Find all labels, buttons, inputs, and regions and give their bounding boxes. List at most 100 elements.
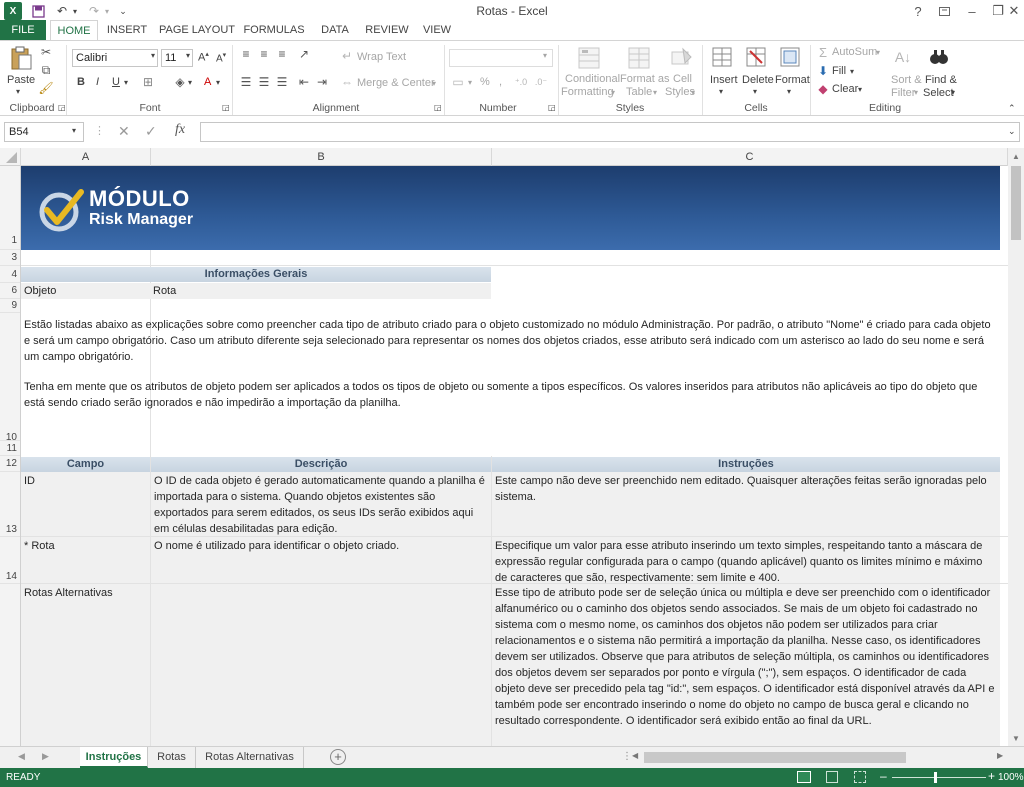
find-select-dropdown-icon[interactable]: ▾ <box>951 88 955 97</box>
horizontal-scroll-thumb[interactable] <box>644 752 906 763</box>
expand-formula-bar-icon[interactable]: ⌄ <box>1008 126 1016 137</box>
format-as-table-icon[interactable] <box>626 45 652 71</box>
decrease-decimal-icon[interactable]: .0⁻ <box>532 75 550 89</box>
currency-icon[interactable]: ▭ <box>450 75 466 89</box>
row-header[interactable] <box>0 584 20 746</box>
merge-center-dropdown-icon[interactable]: ▾ <box>432 79 436 88</box>
bold-button[interactable]: B <box>77 76 85 88</box>
align-left-icon[interactable]: ☰ <box>238 75 254 89</box>
paste-button[interactable]: Paste <box>7 74 35 86</box>
column-descricao-header[interactable]: Descrição <box>151 457 491 472</box>
fill-icon[interactable]: ⬇ <box>816 64 830 78</box>
row-header[interactable]: 9 <box>0 299 20 313</box>
column-instrucoes-header[interactable]: Instruções <box>492 457 1000 472</box>
increase-decimal-icon[interactable]: ⁺.0 <box>512 75 530 89</box>
tab-file[interactable]: FILE <box>0 20 46 40</box>
row-header[interactable]: 14 <box>0 537 20 584</box>
font-size-dropdown-icon[interactable]: ▾ <box>186 51 190 60</box>
autosum-icon[interactable]: Σ <box>816 45 830 60</box>
table-cell-descricao[interactable]: O nome é utilizado para identificar o ob… <box>151 537 491 583</box>
fill-button[interactable]: Fill <box>832 65 846 77</box>
format-as-table-button[interactable]: Format as <box>620 73 670 85</box>
table-cell-campo[interactable]: * Rota <box>21 537 150 583</box>
delete-dropdown-icon[interactable]: ▾ <box>753 87 757 96</box>
close-icon[interactable]: ✕ <box>1004 0 1024 22</box>
insert-cells-icon[interactable] <box>710 45 734 69</box>
column-campo-header[interactable]: Campo <box>21 457 150 472</box>
clear-dropdown-icon[interactable]: ▾ <box>858 85 862 94</box>
orientation-icon[interactable]: ↗ <box>296 47 312 61</box>
underline-dropdown-icon[interactable]: ▾ <box>124 78 128 87</box>
font-name-box[interactable]: Calibri <box>72 49 158 67</box>
clear-icon[interactable]: ◆ <box>816 82 830 96</box>
ribbon-display-icon[interactable] <box>930 0 958 22</box>
format-cells-icon[interactable] <box>778 45 802 69</box>
objeto-value[interactable]: Rota <box>150 283 491 299</box>
clipboard-launcher-icon[interactable]: ◲ <box>58 103 66 112</box>
align-top-icon[interactable]: ≡ <box>238 47 254 61</box>
zoom-slider[interactable] <box>892 777 986 778</box>
worksheet[interactable]: MÓDULO Risk Manager Informações Gerais O… <box>21 166 1008 746</box>
align-center-icon[interactable]: ☰ <box>256 75 272 89</box>
scroll-right-icon[interactable]: ▶ <box>997 751 1003 760</box>
fill-dropdown-icon[interactable]: ▾ <box>850 67 854 76</box>
comma-button[interactable]: , <box>499 76 502 88</box>
prev-sheet-icon[interactable]: ◀ <box>18 751 25 762</box>
scroll-down-icon[interactable]: ▼ <box>1012 734 1020 743</box>
row-header[interactable]: 10 <box>0 313 20 443</box>
number-format-box[interactable] <box>449 49 553 67</box>
increase-indent-icon[interactable]: ⇥ <box>314 75 330 89</box>
underline-button[interactable]: U <box>112 76 120 88</box>
alignment-launcher-icon[interactable]: ◲ <box>434 103 442 112</box>
align-bottom-icon[interactable]: ≡ <box>274 47 290 61</box>
tab-page-layout[interactable]: PAGE LAYOUT <box>158 20 236 40</box>
tab-data[interactable]: DATA <box>314 20 356 40</box>
collapse-ribbon-icon[interactable]: ⌃ <box>1008 103 1016 114</box>
tab-split-icon[interactable]: ⋮ <box>622 751 632 762</box>
paste-dropdown-icon[interactable]: ▾ <box>16 87 20 96</box>
zoom-level[interactable]: 100% <box>998 772 1024 783</box>
column-header-b[interactable]: B <box>151 148 492 166</box>
fill-color-icon[interactable]: ◈ <box>172 75 188 89</box>
sheet-tab-instrucoes[interactable]: Instruções <box>80 747 148 768</box>
autosum-button[interactable]: AutoSum <box>832 46 877 58</box>
decrease-font-icon[interactable]: A▾ <box>216 51 226 64</box>
row-header[interactable]: 3 <box>0 250 20 266</box>
table-cell-instrucoes[interactable]: Este campo não deve ser preenchido nem e… <box>492 472 1000 536</box>
sort-filter-icon[interactable]: A↓ <box>892 45 914 69</box>
delete-cells-button[interactable]: Delete <box>742 74 774 86</box>
wrap-text-icon[interactable]: ↵ <box>340 49 354 63</box>
sheet-tab-rotas-alternativas[interactable]: Rotas Alternativas <box>196 747 304 768</box>
objeto-label[interactable]: Objeto <box>21 283 150 299</box>
font-color-dropdown-icon[interactable]: ▾ <box>216 78 220 87</box>
scroll-up-icon[interactable]: ▲ <box>1012 152 1020 161</box>
help-icon[interactable]: ? <box>904 0 932 22</box>
insert-cells-button[interactable]: Insert <box>710 74 738 86</box>
row-header[interactable]: 12 <box>0 456 20 472</box>
increase-font-icon[interactable]: A▴ <box>198 50 209 64</box>
zoom-in-icon[interactable]: + <box>988 769 995 783</box>
fill-color-dropdown-icon[interactable]: ▾ <box>188 78 192 87</box>
vertical-scrollbar[interactable]: ▲ ▼ <box>1008 148 1024 746</box>
autosum-dropdown-icon[interactable]: ▾ <box>876 48 880 57</box>
borders-icon[interactable]: ⊞ <box>140 75 156 89</box>
zoom-slider-thumb[interactable] <box>934 772 937 783</box>
tab-view[interactable]: VIEW <box>418 20 456 40</box>
table-cell-descricao[interactable]: O ID de cada objeto é gerado automaticam… <box>151 472 491 536</box>
clear-button[interactable]: Clear <box>832 83 858 95</box>
insert-dropdown-icon[interactable]: ▾ <box>719 87 723 96</box>
next-sheet-icon[interactable]: ▶ <box>42 751 49 762</box>
cell-styles-dropdown-icon[interactable]: ▾ <box>691 88 695 97</box>
format-painter-icon[interactable]: 🖌 <box>38 81 54 95</box>
row-header[interactable]: 4 <box>0 266 20 283</box>
conditional-formatting-icon[interactable] <box>576 45 602 71</box>
table-cell-campo[interactable]: ID <box>21 472 150 536</box>
scroll-left-icon[interactable]: ◀ <box>632 751 638 760</box>
delete-cells-icon[interactable] <box>744 45 768 69</box>
sort-filter-button[interactable]: Sort & <box>891 74 922 86</box>
table-cell-instrucoes[interactable]: Especifique um valor para esse atributo … <box>492 537 1000 583</box>
align-middle-icon[interactable]: ≡ <box>256 47 272 61</box>
intro-paragraph-2[interactable]: Tenha em mente que os atributos de objet… <box>21 378 1000 414</box>
italic-button[interactable]: I <box>96 76 99 88</box>
cut-icon[interactable]: ✂ <box>38 45 54 59</box>
